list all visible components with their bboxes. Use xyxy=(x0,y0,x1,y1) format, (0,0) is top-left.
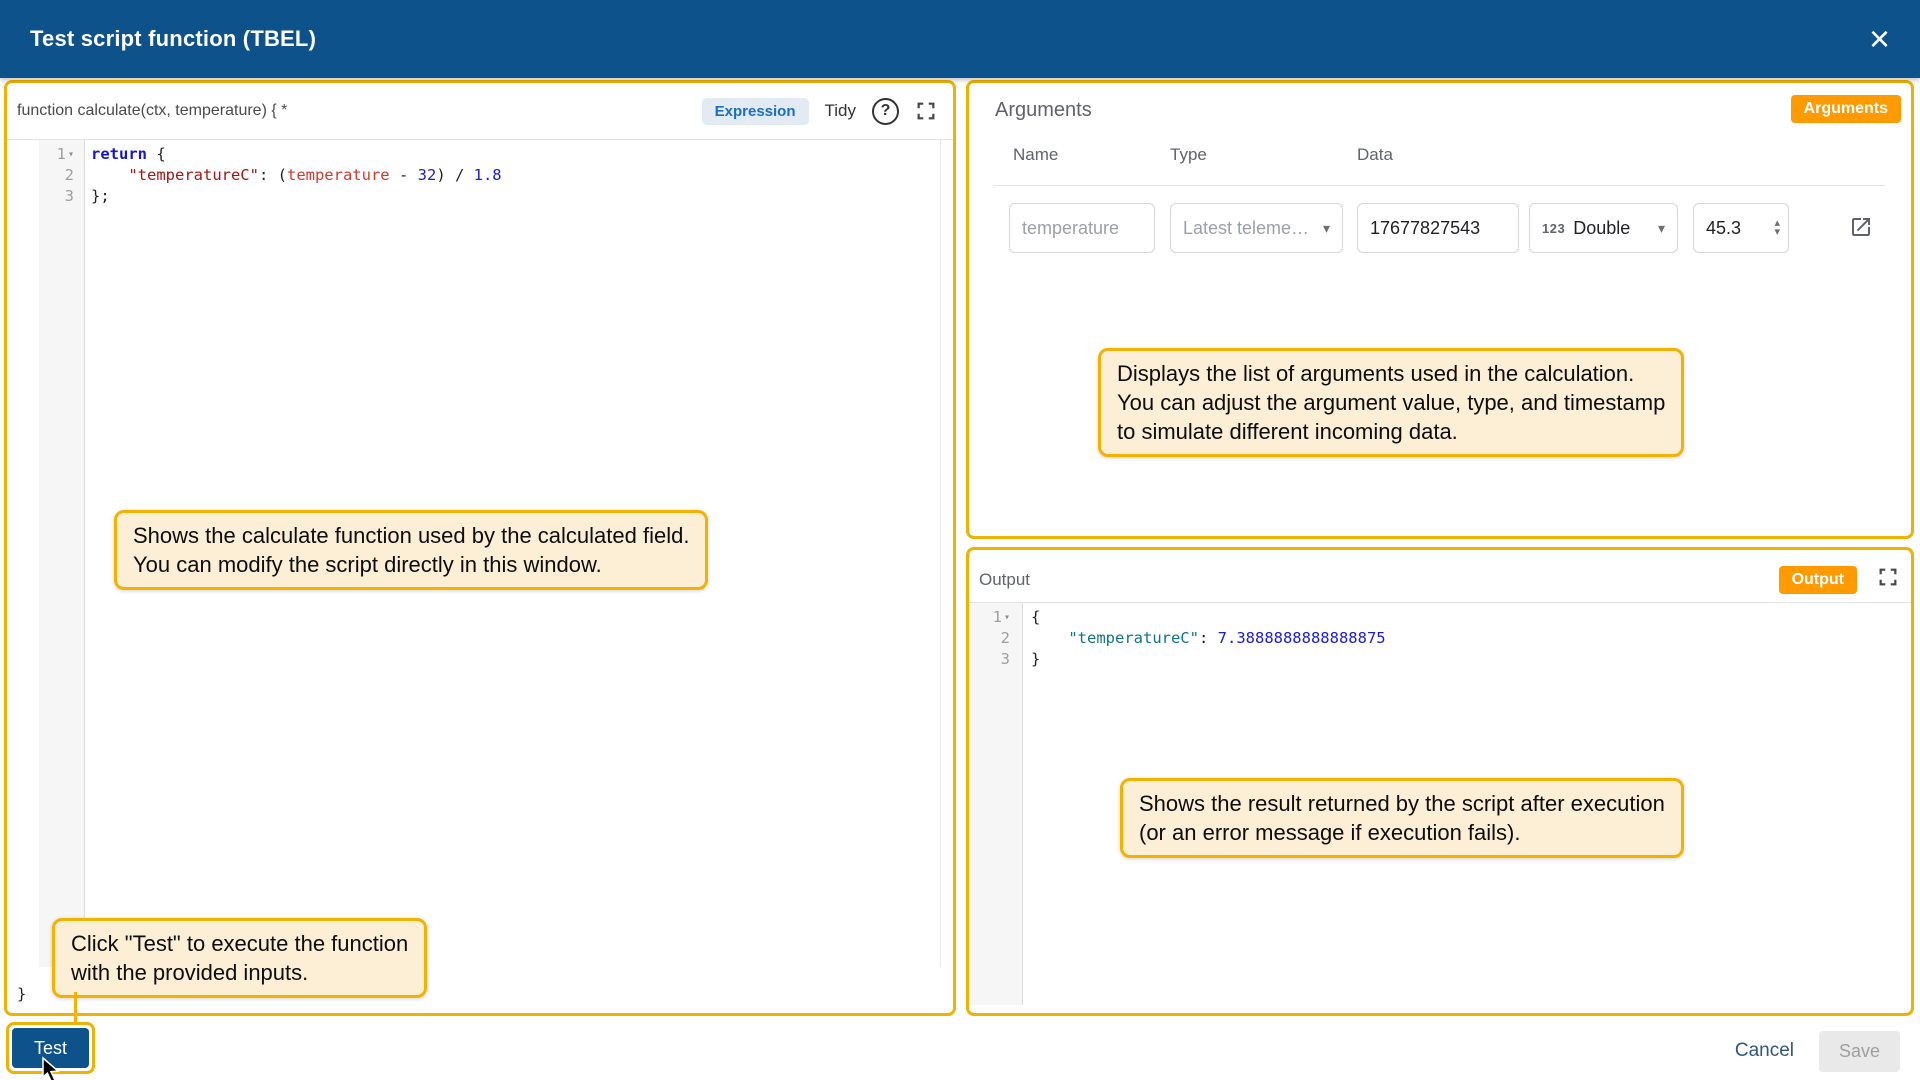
table-header-divider xyxy=(993,185,1885,186)
arguments-badge: Arguments xyxy=(1791,95,1901,123)
code-line: }; xyxy=(91,186,940,207)
stepper-down-icon: ▾ xyxy=(1774,228,1780,237)
arguments-panel: Arguments Arguments Name Type Data tempe… xyxy=(966,80,1914,539)
code-line: "temperatureC": 7.3888888888888875 xyxy=(1031,628,1911,649)
code-line: "temperatureC": (temperature - 32) / 1.8 xyxy=(91,165,940,186)
mouse-cursor-icon xyxy=(40,1056,64,1080)
function-closing-brace: } xyxy=(17,985,26,1003)
output-title: Output xyxy=(979,570,1030,590)
argument-value-type-select[interactable]: 123 Double ▾ xyxy=(1529,203,1678,253)
line-number-gutter: 1▾ 2 3 xyxy=(7,140,85,967)
save-button[interactable]: Save xyxy=(1819,1031,1900,1072)
code-line: } xyxy=(1031,649,1911,670)
editor-toolbar: function calculate(ctx, temperature) { *… xyxy=(7,83,953,139)
help-icon[interactable]: ? xyxy=(872,98,899,125)
close-icon[interactable]: × xyxy=(1869,21,1890,57)
output-badge: Output xyxy=(1779,566,1857,594)
cancel-button[interactable]: Cancel xyxy=(1721,1030,1808,1072)
tidy-button[interactable]: Tidy xyxy=(825,101,857,121)
column-header-data: Data xyxy=(1357,145,1393,165)
editor-callout: Shows the calculate function used by the… xyxy=(114,510,708,590)
code-line: return { xyxy=(91,144,940,165)
expression-chip[interactable]: Expression xyxy=(702,98,809,125)
column-header-type: Type xyxy=(1170,145,1207,165)
argument-timestamp-input[interactable]: 17677827543 xyxy=(1357,203,1519,253)
line-number: 1▾ xyxy=(7,144,74,165)
line-number: 3 xyxy=(7,186,74,207)
fold-icon[interactable]: ▾ xyxy=(1004,612,1010,623)
test-callout: Click "Test" to execute the function wit… xyxy=(52,918,427,998)
arguments-callout: Displays the list of arguments used in t… xyxy=(1098,348,1684,457)
line-number: 1▾ xyxy=(969,607,1010,628)
fullscreen-icon[interactable] xyxy=(1877,566,1899,588)
line-number: 2 xyxy=(969,628,1010,649)
argument-type-select[interactable]: Latest teleme… ▾ xyxy=(1170,203,1343,253)
column-header-name: Name xyxy=(1013,145,1058,165)
line-number: 2 xyxy=(7,165,74,186)
dialog-title: Test script function (TBEL) xyxy=(30,26,316,52)
code-line: { xyxy=(1031,607,1911,628)
callout-connector-line xyxy=(74,992,77,1024)
line-number: 3 xyxy=(969,649,1010,670)
number-type-icon: 123 xyxy=(1542,221,1565,236)
chevron-down-icon: ▾ xyxy=(1658,220,1665,237)
fullscreen-icon[interactable] xyxy=(915,100,937,122)
chevron-down-icon: ▾ xyxy=(1323,220,1330,237)
line-number-gutter: 1▾ 2 3 xyxy=(969,603,1023,1005)
output-callout: Shows the result returned by the script … xyxy=(1120,778,1684,858)
fold-icon[interactable]: ▾ xyxy=(68,149,74,160)
dialog-titlebar: Test script function (TBEL) × xyxy=(0,0,1920,78)
arguments-title: Arguments xyxy=(995,99,1092,122)
test-script-dialog: Test script function (TBEL) × function c… xyxy=(0,0,1920,1080)
argument-value-input[interactable]: 45.3 ▴ ▾ xyxy=(1693,203,1789,253)
argument-name-field[interactable]: temperature xyxy=(1009,203,1155,253)
function-signature: function calculate(ctx, temperature) { * xyxy=(17,102,287,120)
open-in-new-icon[interactable] xyxy=(1849,215,1873,244)
value-stepper[interactable]: ▴ ▾ xyxy=(1774,219,1780,237)
